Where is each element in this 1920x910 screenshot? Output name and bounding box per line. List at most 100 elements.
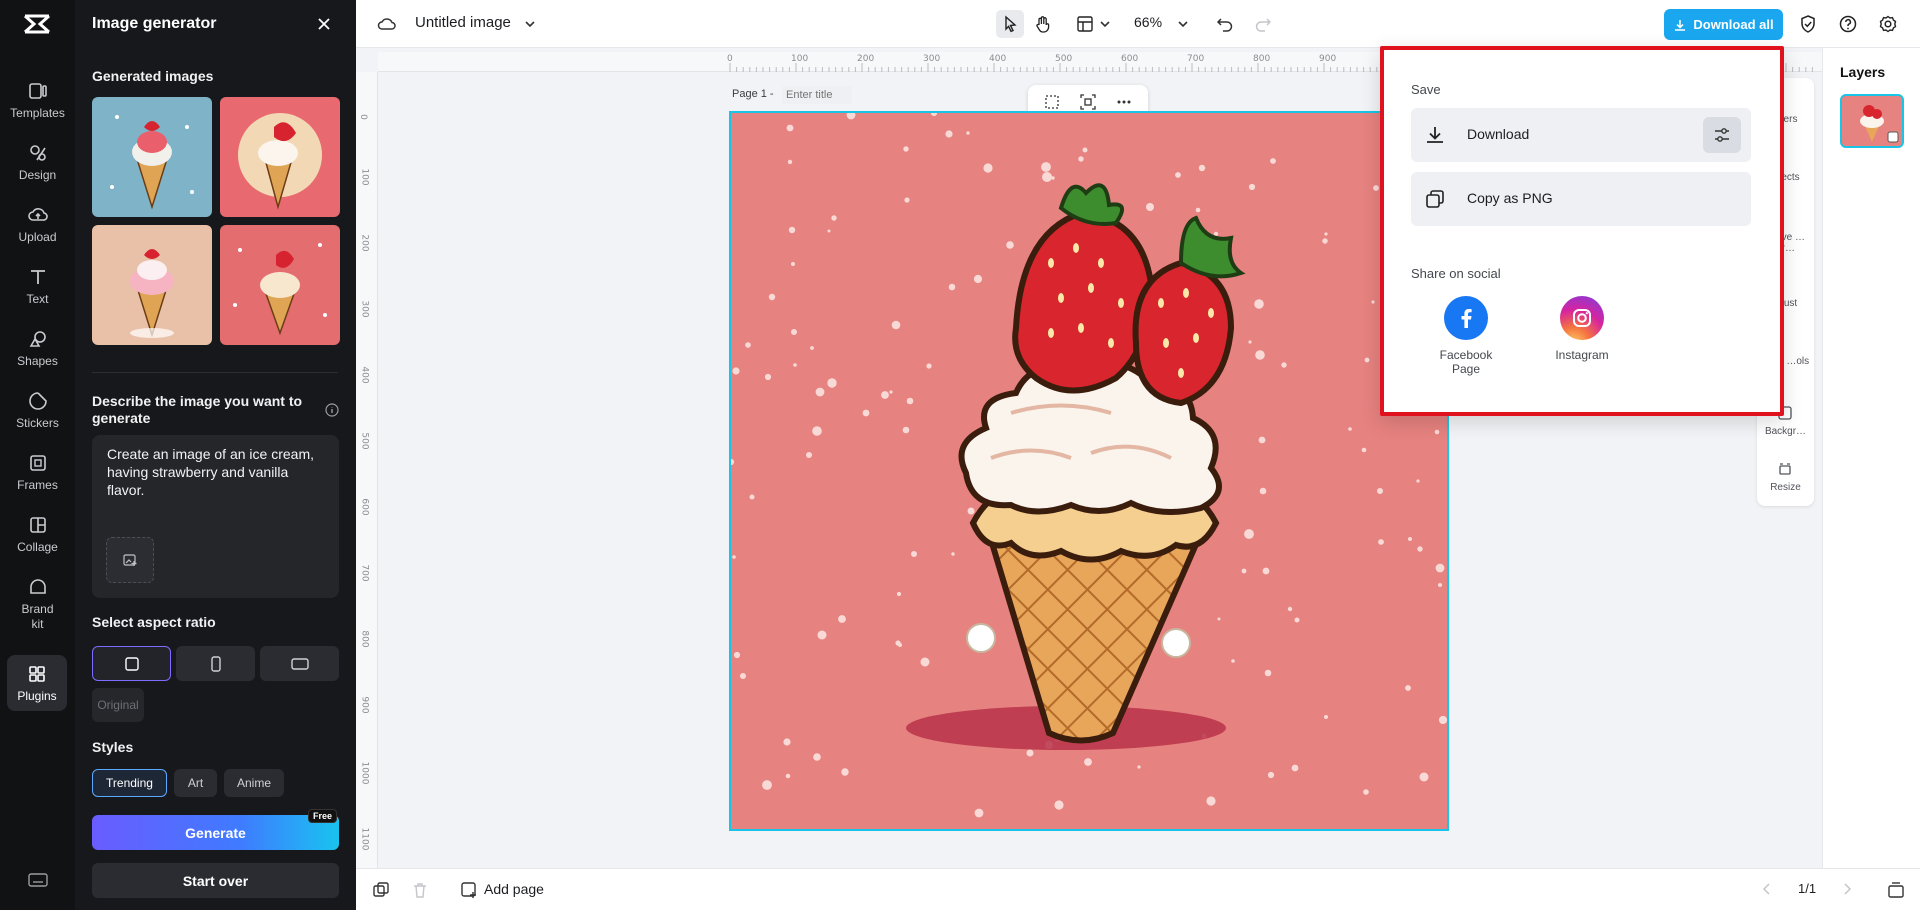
hand-icon	[1033, 14, 1053, 34]
rail-brand-kit[interactable]: Brand kit	[0, 576, 75, 632]
download-all-button[interactable]: Download all	[1664, 9, 1783, 40]
rail-templates[interactable]: Templates	[0, 80, 75, 120]
select-tool-button[interactable]	[996, 10, 1024, 38]
more-options-icon[interactable]	[1115, 93, 1133, 111]
free-badge: Free	[308, 809, 337, 823]
aspect-portrait-button[interactable]	[176, 646, 255, 681]
rail-design[interactable]: Design	[0, 142, 75, 182]
keyboard-icon[interactable]	[28, 872, 48, 888]
prompt-textarea[interactable]: Create an image of an ice cream, having …	[92, 435, 339, 598]
prev-page-icon[interactable]	[1760, 882, 1774, 896]
layers-panel: Layers	[1822, 48, 1920, 868]
download-settings-button[interactable]	[1703, 117, 1741, 153]
ruler-label: 200	[360, 234, 370, 251]
trash-icon[interactable]	[411, 881, 429, 899]
rail-collage[interactable]: Collage	[0, 514, 75, 554]
ruler-label: 600	[360, 498, 370, 515]
landscape-icon	[291, 656, 309, 672]
generate-button[interactable]: Generate Free	[92, 815, 339, 850]
share-instagram-button[interactable]: Instagram	[1542, 296, 1622, 362]
share-heading: Share on social	[1411, 266, 1501, 281]
ruler-label: 500	[360, 432, 370, 449]
styles-heading: Styles	[92, 739, 133, 755]
top-toolbar: Untitled image 66% Download all	[356, 0, 1920, 48]
page-title-input[interactable]	[782, 86, 852, 104]
close-icon[interactable]	[315, 15, 333, 33]
copy-as-png-button[interactable]: Copy as PNG	[1411, 172, 1751, 226]
image-add-icon	[122, 552, 138, 568]
panel-title: Image generator	[92, 15, 216, 33]
ice-cream-illustration	[731, 113, 1447, 829]
pages-grid-icon[interactable]	[1886, 880, 1906, 900]
layout-button[interactable]	[1074, 13, 1096, 35]
download-icon	[1673, 18, 1687, 32]
generated-image-thumb[interactable]	[220, 225, 340, 345]
rail-stickers[interactable]: Stickers	[0, 390, 75, 430]
share-facebook-button[interactable]: Facebook Page	[1426, 296, 1506, 376]
select-area-icon[interactable]	[1043, 93, 1061, 111]
upload-cloud-icon	[27, 204, 49, 226]
aspect-ratio-heading: Select aspect ratio	[92, 614, 216, 630]
portrait-icon	[208, 656, 224, 672]
document-title[interactable]: Untitled image	[415, 14, 511, 31]
zoom-level[interactable]: 66%	[1134, 14, 1162, 30]
layer-thumbnail[interactable]	[1840, 94, 1904, 148]
chevron-down-icon[interactable]	[519, 13, 541, 35]
collage-icon	[27, 514, 49, 536]
layers-title: Layers	[1840, 64, 1885, 80]
rail-label: Templates	[10, 106, 65, 120]
rail-text[interactable]: Text	[0, 266, 75, 306]
undo-button[interactable]	[1214, 13, 1236, 35]
aspect-landscape-button[interactable]	[260, 646, 339, 681]
square-icon	[124, 656, 140, 672]
ruler-label: 400	[360, 366, 370, 383]
smart-select-icon[interactable]	[1079, 93, 1097, 111]
redo-button[interactable]	[1252, 13, 1274, 35]
frames-icon	[27, 452, 49, 474]
style-trending[interactable]: Trending	[92, 769, 167, 797]
download-all-label: Download all	[1693, 17, 1773, 32]
add-page-button[interactable]: Add page	[484, 881, 544, 897]
plugins-grid-icon	[26, 663, 48, 685]
settings-button[interactable]	[1877, 13, 1899, 35]
info-icon[interactable]	[325, 403, 339, 417]
page-label: Page 1 -	[732, 88, 774, 100]
chevron-down-icon[interactable]	[1094, 13, 1116, 35]
hand-tool-button[interactable]	[1032, 13, 1054, 35]
shield-check-button[interactable]	[1797, 13, 1819, 35]
rail-frames[interactable]: Frames	[0, 452, 75, 492]
chevron-down-icon[interactable]	[1172, 13, 1194, 35]
bottom-bar: Add page 1/1	[356, 868, 1920, 910]
image-generator-panel: Image generator Generated images Describ…	[75, 0, 356, 910]
rail-upload[interactable]: Upload	[0, 204, 75, 244]
generated-image-thumb[interactable]	[220, 97, 340, 217]
start-over-button[interactable]: Start over	[92, 863, 339, 898]
style-anime[interactable]: Anime	[224, 769, 284, 797]
artboard-image[interactable]	[729, 111, 1449, 831]
aspect-square-button[interactable]	[92, 646, 171, 681]
rail-label: Design	[19, 168, 56, 182]
style-art[interactable]: Art	[174, 769, 217, 797]
ruler-label: 800	[360, 630, 370, 647]
next-page-icon[interactable]	[1840, 882, 1854, 896]
ruler-label: 900	[360, 696, 370, 713]
rail-shapes[interactable]: Shapes	[0, 328, 75, 368]
rail-plugins[interactable]: Plugins	[7, 655, 67, 711]
aspect-original-button[interactable]: Original	[92, 688, 144, 722]
cloud-sync-icon[interactable]	[376, 13, 398, 35]
generated-image-thumb[interactable]	[92, 225, 212, 345]
download-button[interactable]: Download	[1411, 108, 1751, 162]
facebook-icon	[1444, 296, 1488, 340]
layout-icon	[1075, 14, 1095, 34]
help-button[interactable]	[1837, 13, 1859, 35]
ruler-label: 700	[360, 564, 370, 581]
add-reference-image-button[interactable]	[106, 537, 154, 583]
generated-image-thumb[interactable]	[92, 97, 212, 217]
side-tool-background[interactable]: Backgr…	[1757, 426, 1814, 437]
download-label: Download	[1467, 126, 1529, 142]
duplicate-page-icon[interactable]	[372, 881, 390, 899]
copy-png-label: Copy as PNG	[1467, 190, 1553, 206]
rail-label: Shapes	[17, 354, 58, 368]
side-tool-resize[interactable]: Resize	[1757, 482, 1814, 493]
help-icon	[1838, 14, 1858, 34]
